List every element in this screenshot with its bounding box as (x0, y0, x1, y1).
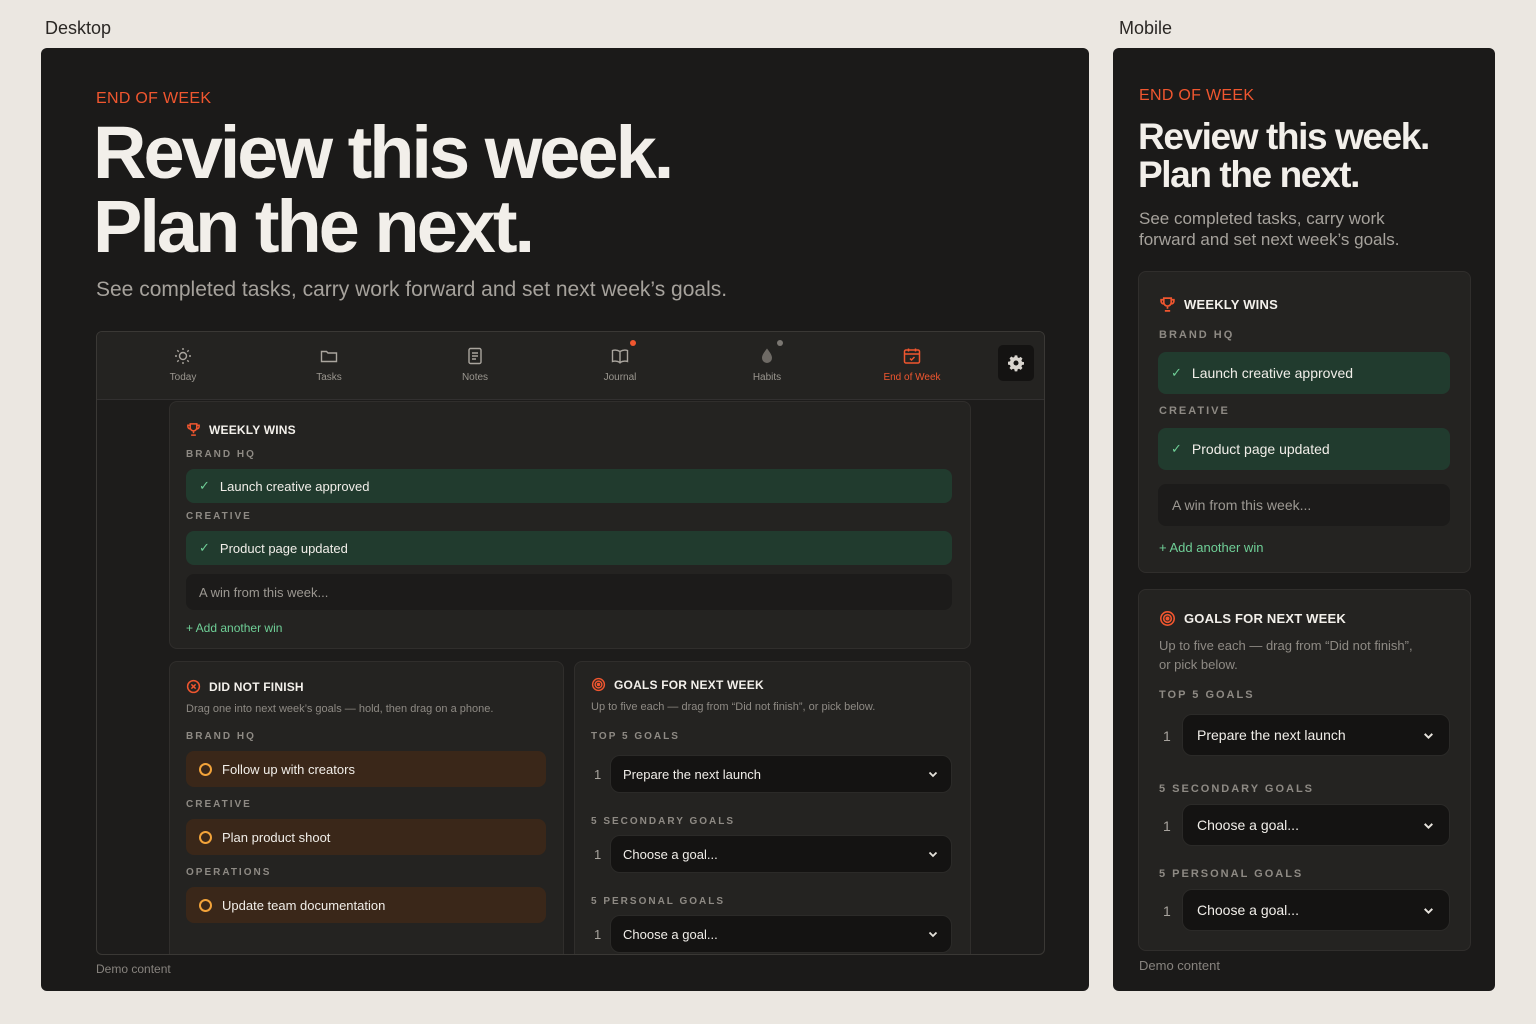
add-win-link[interactable]: + Add another win (1159, 540, 1263, 555)
win-input[interactable]: A win from this week... (186, 574, 952, 610)
group-label: CREATIVE (186, 511, 252, 522)
journal-notification-dot (630, 340, 636, 346)
goal-number: 1 (1163, 728, 1171, 744)
win-item[interactable]: ✓ Product page updated (186, 531, 952, 565)
circle-icon (199, 762, 212, 776)
goals-description: Up to five each — drag from “Did not fin… (591, 701, 876, 713)
desktop-frame: END OF WEEK Review this week. Plan the n… (41, 48, 1089, 991)
chevron-down-icon (1424, 732, 1433, 739)
goal-number: 1 (1163, 903, 1171, 919)
drop-icon (762, 348, 772, 363)
nav-journal[interactable]: Journal (570, 340, 670, 383)
mobile-label: Mobile (1119, 18, 1173, 38)
group-label: CREATIVE (186, 799, 252, 810)
nav-tasks[interactable]: Tasks (279, 346, 379, 383)
win-item[interactable]: ✓ Launch creative approved (186, 469, 952, 503)
goal-select[interactable]: Choose a goal... (610, 915, 952, 953)
trophy-icon (187, 423, 200, 436)
habits-notification-dot (777, 340, 783, 346)
mobile-frame: END OF WEEK Review this week. Plan the n… (1113, 48, 1495, 991)
goal-select[interactable]: Prepare the next launch (1182, 714, 1450, 756)
group-label: BRAND HQ (186, 449, 256, 460)
goal-select[interactable]: Choose a goal... (1182, 804, 1450, 846)
goal-select[interactable]: Choose a goal... (610, 835, 952, 873)
demo-note: Demo content (96, 962, 171, 976)
goals-description: Up to five each — drag from “Did not fin… (1159, 638, 1413, 672)
note-icon (468, 347, 482, 365)
group-label: BRAND HQ (186, 731, 256, 742)
group-label: CREATIVE (1159, 405, 1230, 417)
circle-icon (199, 830, 212, 844)
goal-select[interactable]: Prepare the next launch (610, 755, 952, 793)
chevron-down-icon (1424, 822, 1433, 829)
goal-number: 1 (594, 847, 602, 862)
dnf-description: Drag one into next week’s goals — hold, … (186, 703, 494, 715)
dnf-title: DID NOT FINISH (186, 679, 304, 694)
page-subtitle: See completed tasks, carry work forward … (1139, 209, 1400, 249)
weekly-wins-card: WEEKLY WINS BRAND HQ ✓ Launch creative ap… (169, 401, 971, 649)
check-icon: ✓ (199, 478, 210, 493)
nav-notes[interactable]: Notes (425, 346, 525, 383)
goal-section-label: TOP 5 GOALS (1159, 689, 1255, 701)
goal-select[interactable]: Choose a goal... (1182, 889, 1450, 931)
goal-number: 1 (594, 927, 602, 942)
weekly-wins-card: WEEKLY WINS BRAND HQ ✓ Launch creative ap… (1138, 271, 1471, 573)
check-icon: ✓ (1171, 365, 1182, 380)
dnf-item[interactable]: Update team documentation (186, 887, 546, 923)
check-icon: ✓ (199, 540, 210, 555)
page-title: Review this week. Plan the next. (1138, 116, 1430, 195)
nav-today[interactable]: Today (133, 346, 233, 383)
app-window: Today Tasks Notes Journal Habits End of … (96, 331, 1045, 955)
did-not-finish-card: DID NOT FINISH Drag one into next week’s… (169, 661, 564, 954)
check-icon: ✓ (1171, 441, 1182, 456)
circle-icon (199, 898, 212, 912)
goal-number: 1 (1163, 818, 1171, 834)
trophy-icon (1160, 297, 1175, 312)
goal-section-label: TOP 5 GOALS (591, 731, 680, 742)
calendar-icon (903, 348, 921, 364)
gear-icon (1007, 355, 1025, 372)
group-label: BRAND HQ (1159, 329, 1235, 341)
dnf-item[interactable]: Plan product shoot (186, 819, 546, 855)
desktop-label: Desktop (45, 18, 112, 38)
win-item[interactable]: ✓ Launch creative approved (1158, 352, 1450, 394)
goal-number: 1 (594, 767, 602, 782)
weekly-wins-title: WEEKLY WINS (1159, 296, 1278, 313)
goals-card: GOALS FOR NEXT WEEK Up to five each — dr… (574, 661, 971, 954)
goal-section-label: 5 SECONDARY GOALS (1159, 783, 1315, 795)
book-icon (611, 349, 629, 364)
goals-card: GOALS FOR NEXT WEEK Up to five each — dr… (1138, 589, 1471, 951)
goal-section-label: 5 PERSONAL GOALS (591, 896, 726, 907)
nav-habits[interactable]: Habits (717, 340, 817, 383)
chevron-down-icon (928, 931, 938, 938)
eyebrow: END OF WEEK (96, 90, 212, 107)
goals-title: GOALS FOR NEXT WEEK (1159, 610, 1346, 627)
add-win-link[interactable]: + Add another win (186, 621, 282, 635)
weekly-wins-title: WEEKLY WINS (186, 422, 296, 437)
sun-icon (175, 348, 191, 364)
goal-section-label: 5 PERSONAL GOALS (1159, 868, 1304, 880)
win-input[interactable]: A win from this week... (1158, 484, 1450, 526)
target-icon (1160, 611, 1175, 626)
page-title: Review this week. Plan the next. (93, 111, 674, 268)
group-label: OPERATIONS (186, 867, 272, 878)
eyebrow: END OF WEEK (1139, 87, 1255, 104)
demo-note: Demo content (1139, 958, 1220, 973)
top-nav: Today Tasks Notes Journal Habits End of … (97, 332, 1044, 400)
target-icon (591, 677, 606, 692)
chevron-down-icon (1424, 907, 1433, 914)
settings-button[interactable] (998, 345, 1034, 381)
goals-title: GOALS FOR NEXT WEEK (591, 677, 764, 692)
chevron-down-icon (928, 851, 938, 858)
chevron-down-icon (928, 771, 938, 778)
dnf-item[interactable]: Follow up with creators (186, 751, 546, 787)
win-item[interactable]: ✓ Product page updated (1158, 428, 1450, 470)
goal-section-label: 5 SECONDARY GOALS (591, 816, 736, 827)
x-circle-icon (186, 679, 201, 694)
page-subtitle: See completed tasks, carry work forward … (96, 278, 728, 301)
folder-icon (320, 350, 338, 363)
nav-end-of-week[interactable]: End of Week (862, 346, 962, 383)
